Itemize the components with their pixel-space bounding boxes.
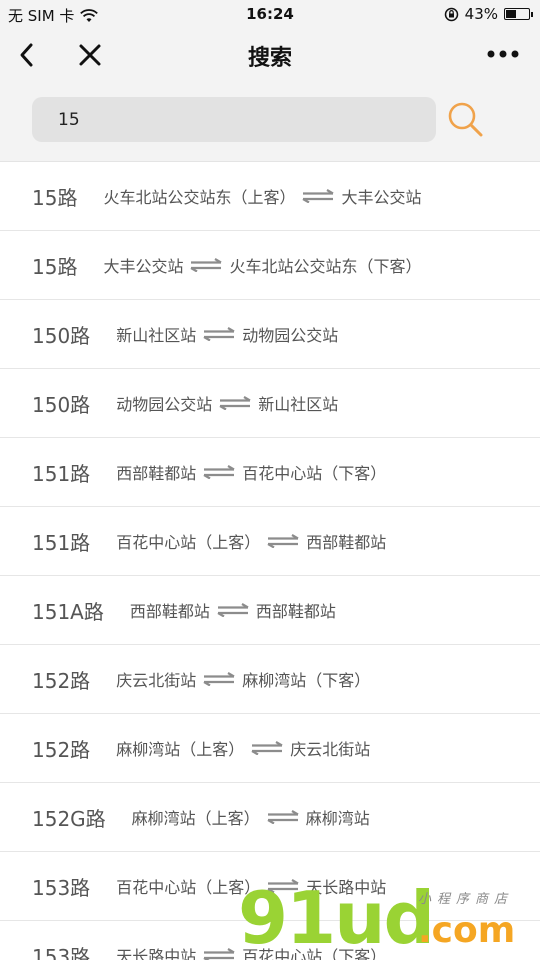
route-number: 152G路	[32, 806, 106, 831]
route-number: 151路	[32, 461, 91, 486]
route-from-stop: 百花中心站（上客）	[116, 878, 261, 897]
status-right: 43%	[444, 5, 533, 23]
route-number: 15路	[32, 185, 78, 210]
battery-level-fill	[506, 10, 517, 18]
route-number: 150路	[32, 392, 91, 417]
swap-arrows-icon	[267, 534, 299, 548]
route-row[interactable]: 152G路 麻柳湾站（上客） 麻柳湾站	[0, 783, 540, 852]
route-from-stop: 西部鞋都站	[116, 464, 197, 483]
page-title: 搜索	[247, 46, 292, 71]
route-number: 152路	[32, 737, 91, 762]
route-row[interactable]: 150路 动物园公交站 新山社区站	[0, 369, 540, 438]
route-to-stop: 庆云北街站	[290, 740, 371, 759]
route-from-stop: 火车北站公交站东（上客）	[103, 188, 296, 207]
swap-arrows-icon	[217, 603, 249, 617]
route-number: 153路	[32, 944, 91, 960]
route-to-stop: 动物园公交站	[242, 326, 339, 345]
route-number: 152路	[32, 668, 91, 693]
swap-arrows-icon	[190, 258, 223, 272]
route-row[interactable]: 151路 西部鞋都站 百花中心站（下客）	[0, 438, 540, 507]
route-number: 153路	[32, 875, 91, 900]
route-from-stop: 西部鞋都站	[129, 602, 210, 621]
swap-arrows-icon	[219, 396, 251, 410]
route-to-stop: 大丰公交站	[341, 188, 422, 207]
route-row[interactable]: 151A路 西部鞋都站 西部鞋都站	[0, 576, 540, 645]
route-number: 151路	[32, 530, 91, 555]
route-number: 15路	[32, 254, 78, 279]
route-from-stop: 麻柳湾站（上客）	[131, 809, 260, 828]
battery-percent: 43%	[464, 5, 498, 23]
route-row[interactable]: 153路 百花中心站（上客） 天长路中站	[0, 852, 540, 921]
route-to-stop: 百花中心站（下客）	[242, 947, 387, 960]
route-from-stop: 大丰公交站	[103, 257, 184, 276]
route-row[interactable]: 151路 百花中心站（上客） 西部鞋都站	[0, 507, 540, 576]
route-to-stop: 麻柳湾站（下客）	[242, 671, 371, 690]
route-number: 150路	[32, 323, 91, 348]
route-to-stop: 天长路中站	[306, 878, 387, 897]
status-bar: 无 SIM 卡 16:24 43%	[0, 0, 540, 28]
swap-arrows-icon	[203, 948, 235, 960]
route-to-stop: 新山社区站	[258, 395, 339, 414]
search-icon[interactable]	[446, 100, 486, 140]
route-to-stop: 百花中心站（下客）	[242, 464, 387, 483]
swap-arrows-icon	[203, 327, 235, 341]
route-row[interactable]: 15路 大丰公交站 火车北站公交站东（下客）	[0, 231, 540, 300]
route-row[interactable]: 152路 庆云北街站 麻柳湾站（下客）	[0, 645, 540, 714]
route-number: 151A路	[32, 599, 104, 624]
search-input[interactable]	[32, 97, 436, 142]
nav-bar: 搜索	[0, 28, 540, 82]
route-from-stop: 麻柳湾站（上客）	[116, 740, 245, 759]
route-to-stop: 火车北站公交站东（下客）	[229, 257, 422, 276]
swap-arrows-icon	[267, 810, 299, 824]
swap-arrows-icon	[203, 672, 235, 686]
battery-icon	[504, 8, 533, 20]
route-from-stop: 动物园公交站	[116, 395, 213, 414]
route-from-stop: 天长路中站	[116, 947, 197, 960]
swap-arrows-icon	[203, 465, 235, 479]
route-row[interactable]: 152路 麻柳湾站（上客） 庆云北街站	[0, 714, 540, 783]
swap-arrows-icon	[251, 741, 283, 755]
route-list: 15路 火车北站公交站东（上客） 大丰公交站 15路 大丰公交站 火车北站公交站东（下客）…	[0, 162, 540, 960]
route-from-stop: 百花中心站（上客）	[116, 533, 261, 552]
swap-arrows-icon	[267, 879, 299, 893]
route-to-stop: 西部鞋都站	[306, 533, 387, 552]
route-row[interactable]: 153路 天长路中站 百花中心站（下客）	[0, 921, 540, 960]
route-to-stop: 麻柳湾站	[305, 809, 370, 828]
swap-arrows-icon	[302, 189, 335, 203]
more-dots-icon[interactable]	[486, 44, 520, 64]
route-row[interactable]: 15路 火车北站公交站东（上客） 大丰公交站	[0, 162, 540, 231]
route-from-stop: 新山社区站	[116, 326, 197, 345]
route-row[interactable]: 150路 新山社区站 动物园公交站	[0, 300, 540, 369]
route-to-stop: 西部鞋都站	[255, 602, 336, 621]
orientation-lock-icon	[444, 7, 458, 21]
search-bar	[0, 82, 540, 162]
route-from-stop: 庆云北街站	[116, 671, 197, 690]
